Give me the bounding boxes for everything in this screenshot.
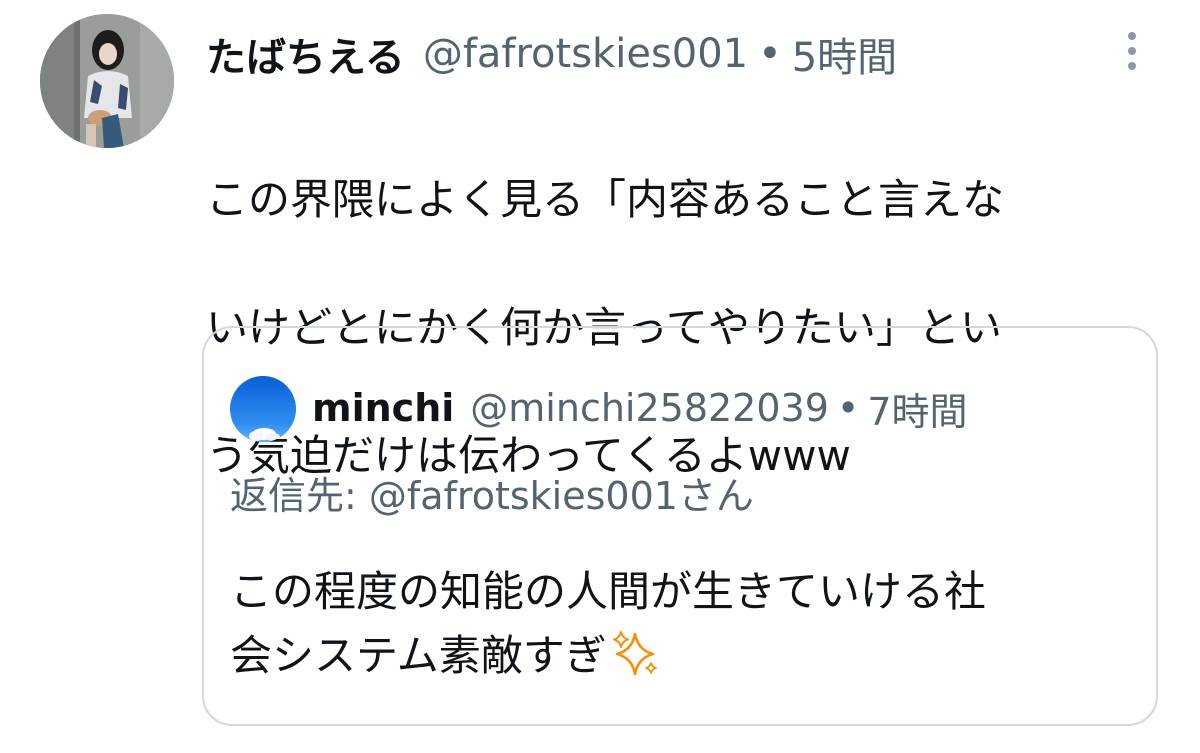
quoted-header: minchi @minchi25822039 • 7時間 bbox=[312, 378, 968, 438]
display-name[interactable]: たばちえる bbox=[206, 25, 405, 83]
user-handle[interactable]: @fafrotskies001 bbox=[423, 31, 748, 77]
reply-to-label[interactable]: 返信先: @fafrotskies001さん bbox=[230, 466, 754, 526]
quoted-text-line: 会システム素敵すぎ bbox=[230, 631, 607, 680]
quoted-text-line: この程度の知能の人間が生きていける社 bbox=[230, 567, 987, 616]
quoted-user-handle[interactable]: @minchi25822039 bbox=[470, 386, 829, 430]
quoted-tweet[interactable]: minchi @minchi25822039 • 7時間 返信先: @fafro… bbox=[202, 326, 1158, 726]
quoted-text: この程度の知能の人間が生きていける社 会システム素敵すぎ bbox=[230, 560, 1140, 688]
quoted-avatar-photo bbox=[230, 376, 296, 442]
separator-dot: • bbox=[758, 31, 782, 77]
quoted-timestamp[interactable]: 7時間 bbox=[867, 381, 967, 436]
quoted-text-line-with-emoji: 会システム素敵すぎ bbox=[230, 624, 1140, 688]
avatar[interactable] bbox=[40, 14, 174, 148]
tweet[interactable]: たばちえる @fafrotskies001 • 5時間 この界隈によく見る「内容… bbox=[0, 0, 1200, 753]
avatar-photo bbox=[40, 14, 174, 148]
more-options-button[interactable] bbox=[1112, 26, 1152, 76]
sparkles-icon bbox=[612, 631, 657, 676]
quoted-avatar[interactable] bbox=[230, 376, 296, 442]
timestamp[interactable]: 5時間 bbox=[792, 25, 897, 83]
separator-dot: • bbox=[836, 386, 860, 430]
tweet-text-line: この界隈によく見る「内容あること言えな bbox=[206, 175, 1005, 224]
quoted-display-name[interactable]: minchi bbox=[312, 386, 454, 430]
more-vertical-icon bbox=[1128, 32, 1136, 70]
tweet-header: たばちえる @fafrotskies001 • 5時間 bbox=[206, 24, 897, 84]
